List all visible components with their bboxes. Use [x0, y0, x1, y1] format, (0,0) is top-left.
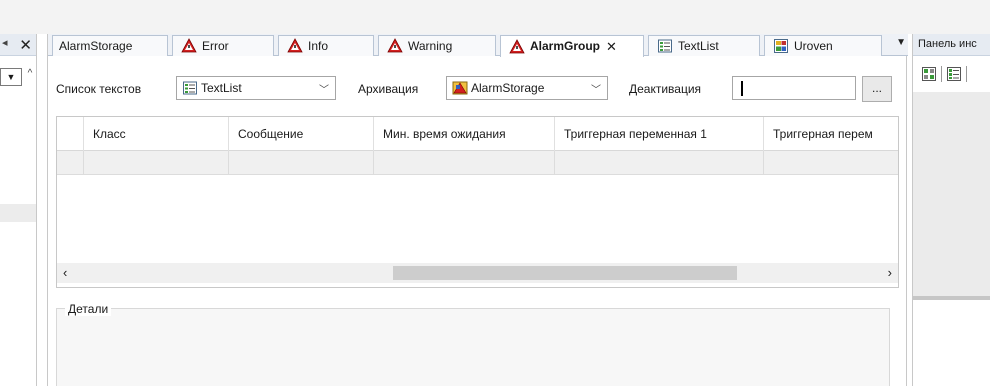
tab-uroven[interactable]: Uroven [764, 35, 882, 56]
column-header[interactable]: Мин. время ожидания [373, 117, 555, 151]
deactivation-label: Деактивация [629, 82, 702, 96]
alarm-table: Класс Сообщение Мин. время ожидания Триг… [56, 116, 899, 288]
tab-bar: AlarmStorage Error Info Warning AlarmGro… [48, 34, 908, 57]
editor-area: AlarmStorage Error Info Warning AlarmGro… [47, 34, 908, 386]
text-caret [741, 81, 743, 96]
details-group [56, 308, 890, 386]
alarm-class-icon [387, 38, 403, 53]
tab-list-dropdown-icon[interactable]: ▼ [896, 37, 906, 48]
tab-error[interactable]: Error [172, 35, 274, 56]
close-icon[interactable]: ✕ [19, 36, 32, 54]
window-top-strip [0, 0, 990, 34]
tab-label: Warning [408, 38, 453, 53]
tab-warning[interactable]: Warning [378, 35, 496, 56]
left-panel: ◂ ✕ ▼ ^ [0, 34, 37, 386]
textlist-label: Список текстов [56, 82, 142, 96]
tab-label: TextList [678, 38, 719, 53]
toolbar-separator [966, 66, 967, 82]
chevron-down-icon: ﹀ [591, 85, 601, 96]
alarm-class-icon [287, 38, 303, 53]
table-header: Класс Сообщение Мин. время ожидания Триг… [57, 117, 898, 151]
alarm-group-toolbar: Список текстов TextList ﹀ Архивация Alar… [48, 70, 908, 110]
scroll-right-icon[interactable]: › [888, 265, 892, 280]
textlist-icon [658, 39, 672, 53]
textlist-select[interactable]: TextList ﹀ [176, 76, 336, 100]
list-view-icon[interactable] [946, 66, 962, 82]
archive-select[interactable]: AlarmStorage ﹀ [446, 76, 608, 100]
tab-label: Info [308, 38, 329, 53]
column-header[interactable]: Класс [83, 117, 229, 151]
table-cell[interactable] [228, 151, 374, 175]
table-cell[interactable] [83, 151, 229, 175]
left-panel-selected-row[interactable] [0, 204, 36, 222]
chevron-down-icon: ﹀ [319, 85, 329, 96]
textlist-icon [183, 81, 197, 95]
tab-label: AlarmStorage [59, 38, 133, 53]
tab-alarmgroup[interactable]: AlarmGroup ✕ [500, 35, 644, 57]
toolbar-separator [941, 66, 942, 82]
column-header[interactable]: Триггерная переменная 1 [554, 117, 764, 151]
tab-alarmstorage[interactable]: AlarmStorage [52, 35, 168, 56]
scroll-up-icon[interactable]: ^ [24, 68, 36, 86]
tab-info[interactable]: Info [278, 35, 374, 56]
grid-view-icon[interactable] [921, 66, 937, 82]
deactivation-input[interactable] [732, 76, 856, 100]
browse-button[interactable]: ... [862, 76, 892, 102]
panel-splitter[interactable] [913, 296, 990, 300]
column-header[interactable]: Сообщение [228, 117, 374, 151]
scrollbar-thumb[interactable] [393, 266, 737, 280]
table-cell[interactable] [373, 151, 555, 175]
close-tab-icon[interactable]: ✕ [606, 37, 617, 56]
horizontal-scrollbar[interactable]: ‹ › [57, 263, 898, 283]
left-panel-header: ◂ ✕ [0, 34, 36, 56]
toolbox-panel-title: Панель инс [913, 34, 990, 56]
table-cell[interactable] [554, 151, 764, 175]
textlist-select-value: TextList [201, 81, 242, 95]
tab-label: Uroven [794, 38, 833, 53]
left-panel-dropdown[interactable]: ▼ [0, 68, 22, 86]
tab-label: AlarmGroup [530, 39, 601, 53]
column-header[interactable]: Триггерная перем [763, 117, 898, 151]
tab-textlist[interactable]: TextList [648, 35, 760, 56]
archive-label: Архивация [358, 82, 419, 96]
toolbox-panel: Панель инс [912, 34, 990, 386]
pin-icon[interactable]: ◂ [2, 36, 8, 49]
alarm-storage-icon [452, 81, 468, 95]
details-legend: Детали [65, 302, 112, 316]
row-header-column [57, 117, 83, 151]
toolbox-toolbar [921, 66, 969, 82]
tab-label: Error [202, 38, 229, 53]
alarm-class-icon [181, 38, 197, 53]
toolbox-content [913, 92, 990, 296]
visualization-icon [774, 39, 788, 53]
scroll-left-icon[interactable]: ‹ [63, 265, 67, 280]
alarm-class-icon [509, 38, 525, 53]
table-cell[interactable] [763, 151, 898, 175]
table-row[interactable] [57, 151, 898, 175]
archive-select-value: AlarmStorage [471, 81, 545, 95]
